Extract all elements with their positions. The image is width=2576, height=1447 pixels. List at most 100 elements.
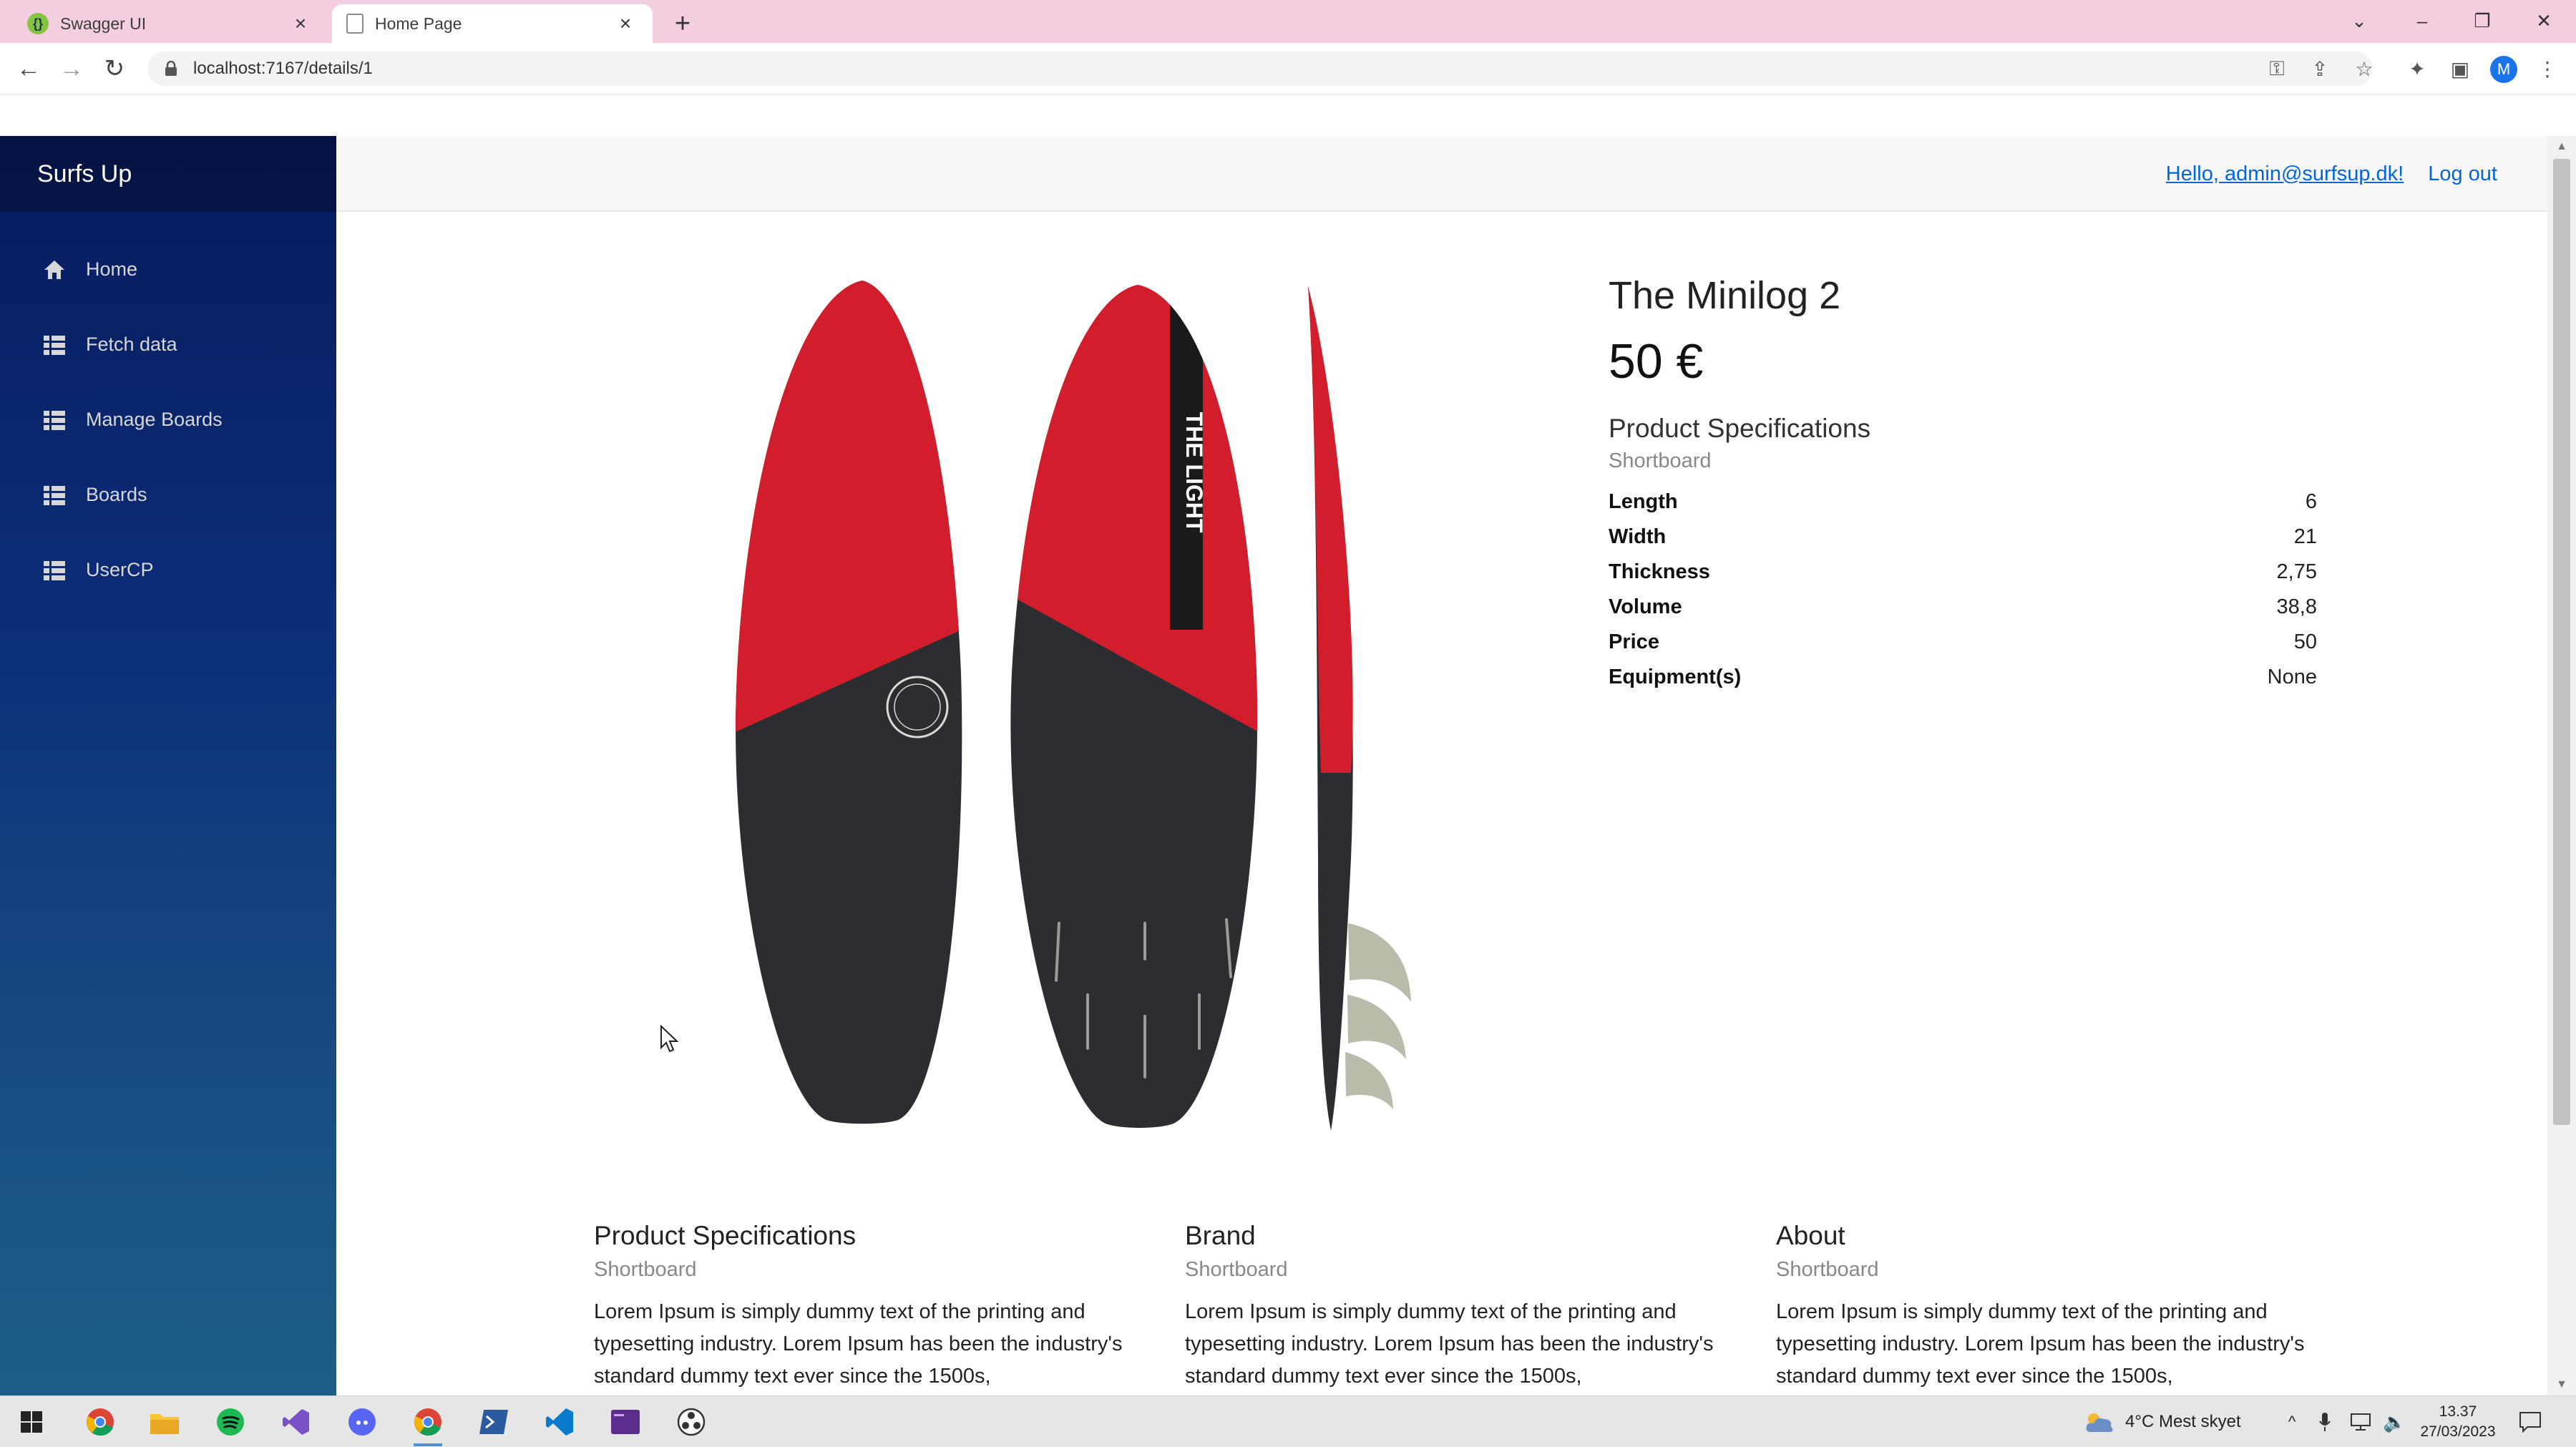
table-row: Volume 38,8 [1609, 590, 2317, 625]
home-icon [42, 257, 67, 283]
spec-value: 2,75 [2276, 560, 2317, 583]
scroll-down-arrow-icon[interactable]: ▼ [2547, 1374, 2576, 1395]
volume-icon[interactable]: 🔈 [2383, 1396, 2406, 1447]
mouse-pointer-icon [660, 1025, 678, 1053]
specifications-heading: Product Specifications [1609, 414, 1871, 443]
product-price: 50 € [1609, 334, 1704, 389]
terminal-app-icon[interactable] [608, 1405, 643, 1439]
sidebar-item-label: Boards [86, 484, 147, 505]
reload-icon[interactable]: ↻ [96, 50, 133, 87]
sidebar-item-boards[interactable]: Boards [0, 457, 336, 532]
weather-text: 4°C Mest skyet [2125, 1412, 2241, 1431]
logout-link[interactable]: Log out [2428, 162, 2497, 186]
discord-icon[interactable] [345, 1405, 379, 1439]
restore-button[interactable]: ❐ [2457, 3, 2507, 39]
surfboard-fins [1345, 923, 1411, 1109]
forward-arrow-icon[interactable]: → [53, 50, 90, 87]
app-brand[interactable]: Surfs Up [0, 136, 336, 212]
surfboard-brand-text: THE LIGHT [1181, 412, 1207, 533]
chrome-profile-icon[interactable] [411, 1405, 445, 1446]
browser-toolbar: ← → ↻ localhost:7167/details/1 ⚿ ⇪ ☆ ✦ ▣… [0, 43, 2576, 94]
product-category: Shortboard [1609, 449, 1712, 472]
sidebar-item-usercp[interactable]: UserCP [0, 532, 336, 608]
table-row: Equipment(s) None [1609, 660, 2317, 695]
page-top-whitespace [0, 94, 2576, 136]
surfboard-bottom-view [1010, 285, 1258, 1128]
chrome-icon[interactable] [83, 1405, 117, 1439]
notifications-icon[interactable] [2519, 1396, 2542, 1447]
side-panel-icon[interactable]: ▣ [2446, 54, 2474, 83]
section-text: Lorem Ipsum is simply dummy text of the … [1776, 1300, 2305, 1388]
browser-tab-strip: {} Swagger UI × Home Page × + ⌄ – ❐ ✕ [0, 0, 2576, 43]
address-bar[interactable]: localhost:7167/details/1 [147, 52, 2373, 86]
account-greeting-link[interactable]: Hello, admin@surfsup.dk! [2166, 162, 2404, 186]
section-title: Product Specifications [594, 1221, 857, 1250]
extensions-puzzle-icon[interactable]: ✦ [2403, 54, 2431, 83]
vscode-icon[interactable] [542, 1405, 577, 1439]
app-top-bar: Hello, admin@surfsup.dk! Log out [336, 136, 2547, 212]
list-icon [42, 557, 67, 583]
visual-studio-icon[interactable] [279, 1405, 313, 1439]
new-tab-button[interactable]: + [665, 7, 700, 40]
scroll-up-arrow-icon[interactable]: ▲ [2547, 136, 2576, 157]
tab-home-page[interactable]: Home Page × [332, 4, 653, 43]
spec-key: Thickness [1609, 560, 1710, 583]
list-icon [42, 332, 67, 358]
tab-swagger-ui[interactable]: {} Swagger UI × [13, 4, 328, 43]
table-row: Price 50 [1609, 625, 2317, 660]
product-info: The Minilog 2 50 € Product Specification… [1609, 273, 2317, 695]
page-favicon-icon [346, 14, 364, 34]
profile-avatar[interactable]: M [2490, 56, 2517, 83]
section-subtitle: Shortboard [1776, 1258, 1879, 1281]
spec-value: 6 [2305, 490, 2317, 513]
product-details-sections: Product Specifications Shortboard Lorem … [594, 1221, 2383, 1393]
share-icon[interactable]: ⇪ [2306, 54, 2334, 83]
minimize-button[interactable]: – [2397, 3, 2447, 39]
close-tab-icon[interactable]: × [288, 11, 313, 36]
close-tab-icon[interactable]: × [613, 11, 638, 36]
obs-icon[interactable] [674, 1405, 708, 1439]
url-text: localhost:7167/details/1 [193, 59, 373, 78]
sidebar-item-label: Home [86, 258, 138, 280]
sidebar-item-manage-boards[interactable]: Manage Boards [0, 382, 336, 457]
bookmark-star-icon[interactable]: ☆ [2350, 54, 2379, 83]
sidebar: Surfs Up Home Fetch data Manage Boards B… [0, 136, 336, 1395]
windows-start-icon[interactable] [14, 1405, 49, 1439]
back-arrow-icon[interactable]: ← [10, 50, 47, 87]
page-scrollbar[interactable]: ▲ ▼ [2547, 136, 2576, 1395]
tab-label: Home Page [375, 14, 462, 33]
scrollbar-thumb[interactable] [2553, 159, 2570, 1125]
file-explorer-icon[interactable] [147, 1405, 182, 1439]
lock-icon [162, 59, 180, 78]
table-row: Length 6 [1609, 484, 2317, 520]
browser-menu-icon[interactable]: ⋮ [2533, 54, 2562, 83]
sidebar-item-fetch-data[interactable]: Fetch data [0, 307, 336, 382]
os-taskbar: 4°C Mest skyet ^ 🔈 13.37 27/03/2023 [0, 1395, 2576, 1447]
section-brand: Brand Shortboard Lorem Ipsum is simply d… [1185, 1221, 1776, 1393]
section-title: About [1776, 1221, 1845, 1250]
spec-value: 38,8 [2276, 595, 2317, 618]
surfboard-deck-view [736, 281, 962, 1124]
sidebar-item-label: Fetch data [86, 333, 177, 355]
spec-value: None [2267, 666, 2317, 688]
close-window-button[interactable]: ✕ [2519, 3, 2569, 39]
password-key-icon[interactable]: ⚿ [2263, 54, 2291, 83]
clock-date: 27/03/2023 [2420, 1423, 2496, 1440]
table-row: Width 21 [1609, 520, 2317, 555]
microphone-icon[interactable] [2318, 1396, 2331, 1447]
table-row: Thickness 2,75 [1609, 555, 2317, 590]
spotify-icon[interactable] [213, 1405, 248, 1439]
sidebar-item-home[interactable]: Home [0, 232, 336, 307]
spec-key: Width [1609, 525, 1667, 548]
tray-expand-icon[interactable]: ^ [2288, 1396, 2296, 1447]
spec-key: Length [1609, 490, 1678, 513]
weather-widget[interactable]: 4°C Mest skyet [2082, 1396, 2241, 1447]
sidebar-nav: Home Fetch data Manage Boards Boards Use… [0, 232, 336, 608]
tab-search-chevron-icon[interactable]: ⌄ [2334, 3, 2384, 39]
section-title: Brand [1185, 1221, 1256, 1250]
section-about: About Shortboard Lorem Ipsum is simply d… [1776, 1221, 2367, 1393]
powershell-icon[interactable] [477, 1405, 511, 1439]
system-clock[interactable]: 13.37 27/03/2023 [2411, 1402, 2504, 1442]
network-icon[interactable] [2350, 1396, 2371, 1447]
account-links: Hello, admin@surfsup.dk! Log out [2166, 136, 2497, 212]
